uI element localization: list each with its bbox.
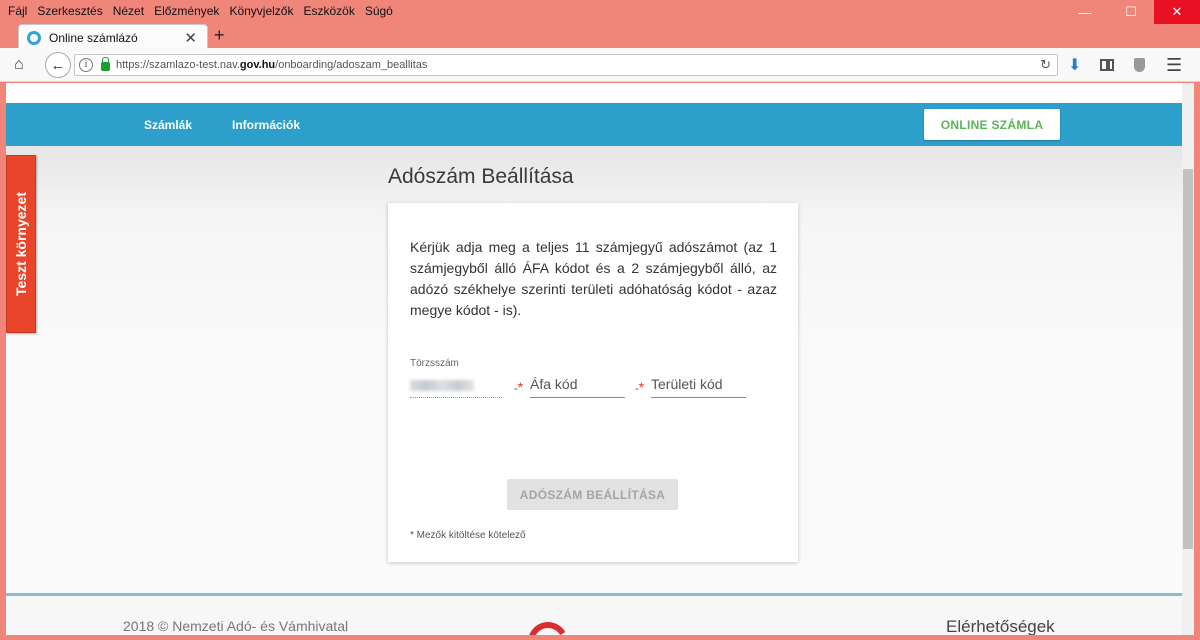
blurred-value — [410, 380, 474, 391]
tax-number-form: Kérjük adja meg a teljes 11 számjegyű ad… — [388, 203, 798, 562]
menu-history[interactable]: Előzmények — [154, 4, 219, 18]
scrollbar[interactable] — [1182, 83, 1194, 635]
close-window-icon[interactable]: ✕ — [1154, 0, 1200, 24]
required-fields-note: * Mezők kitöltése kötelező — [410, 530, 526, 541]
nav-szamlak[interactable]: Számlák — [144, 118, 192, 132]
nav-informaciok[interactable]: Információk — [232, 118, 300, 132]
copyright-text: 2018 © Nemzeti Adó- és Vámhivatal — [123, 618, 349, 634]
online-szamla-button[interactable]: ONLINE SZÁMLA — [924, 109, 1060, 140]
new-tab-icon[interactable]: + — [214, 25, 225, 46]
torzsszam-field — [410, 377, 502, 398]
form-description: Kérjük adja meg a teljes 11 számjegyű ad… — [410, 239, 777, 318]
info-icon[interactable]: i — [79, 58, 93, 72]
test-environment-label: Teszt környezet — [13, 192, 29, 296]
site-header: Számlák Információk ONLINE SZÁMLA — [6, 103, 1182, 146]
favicon-icon — [27, 30, 41, 45]
window-controls: — ☐ ✕ — [1062, 0, 1200, 24]
page-viewport: Számlák Információk ONLINE SZÁMLA Teszt … — [6, 83, 1194, 635]
test-environment-badge[interactable]: Teszt környezet — [6, 155, 36, 333]
browser-tab[interactable]: Online számlázó ✕ — [18, 24, 208, 50]
page-title: Adószám Beállítása — [388, 165, 574, 188]
separator: -* — [514, 379, 524, 395]
lock-icon — [101, 57, 110, 71]
site-footer: 2018 © Nemzeti Adó- és Vámhivatal Elérhe… — [6, 596, 1182, 635]
close-tab-icon[interactable]: ✕ — [184, 29, 197, 47]
reload-icon[interactable]: ↻ — [1040, 57, 1051, 73]
contacts-heading: Elérhetőségek — [946, 617, 1055, 635]
menu-file[interactable]: Fájl — [8, 4, 27, 18]
shield-icon[interactable] — [1134, 58, 1145, 72]
menu-bookmarks[interactable]: Könyvjelzők — [229, 4, 293, 18]
browser-menubar: Fájl Szerkesztés Nézet Előzmények Könyvj… — [0, 0, 1200, 22]
sidebar-icon[interactable] — [1100, 59, 1114, 71]
browser-navbar: ⌂ ← i https://szamlazo-test.nav.gov.hu/o… — [0, 48, 1200, 82]
tab-strip: Online számlázó ✕ + — [0, 22, 1200, 50]
menu-edit[interactable]: Szerkesztés — [37, 4, 102, 18]
menu-help[interactable]: Súgó — [365, 4, 393, 18]
menu-view[interactable]: Nézet — [113, 4, 144, 18]
nav-logo — [523, 617, 573, 635]
adoszam-beallitasa-button[interactable]: ADÓSZÁM BEÁLLÍTÁSA — [507, 479, 678, 510]
minimize-icon[interactable]: — — [1062, 0, 1108, 24]
separator: -* — [635, 379, 645, 395]
afa-kod-input[interactable]: Áfa kód — [530, 374, 625, 398]
tab-title: Online számlázó — [49, 30, 138, 45]
menu-tools[interactable]: Eszközök — [303, 4, 354, 18]
scrollbar-thumb[interactable] — [1183, 169, 1193, 549]
teruleti-kod-input[interactable]: Területi kód — [651, 374, 746, 398]
back-icon[interactable]: ← — [45, 52, 71, 78]
download-icon[interactable]: ⬇ — [1068, 55, 1081, 75]
hamburger-menu-icon[interactable]: ☰ — [1166, 55, 1182, 76]
url-text: https://szamlazo-test.nav.gov.hu/onboard… — [116, 59, 428, 71]
torzsszam-label: Törzsszám — [410, 358, 459, 369]
maximize-icon[interactable]: ☐ — [1108, 0, 1154, 24]
home-icon[interactable]: ⌂ — [14, 56, 24, 74]
url-bar[interactable]: i https://szamlazo-test.nav.gov.hu/onboa… — [74, 54, 1058, 76]
